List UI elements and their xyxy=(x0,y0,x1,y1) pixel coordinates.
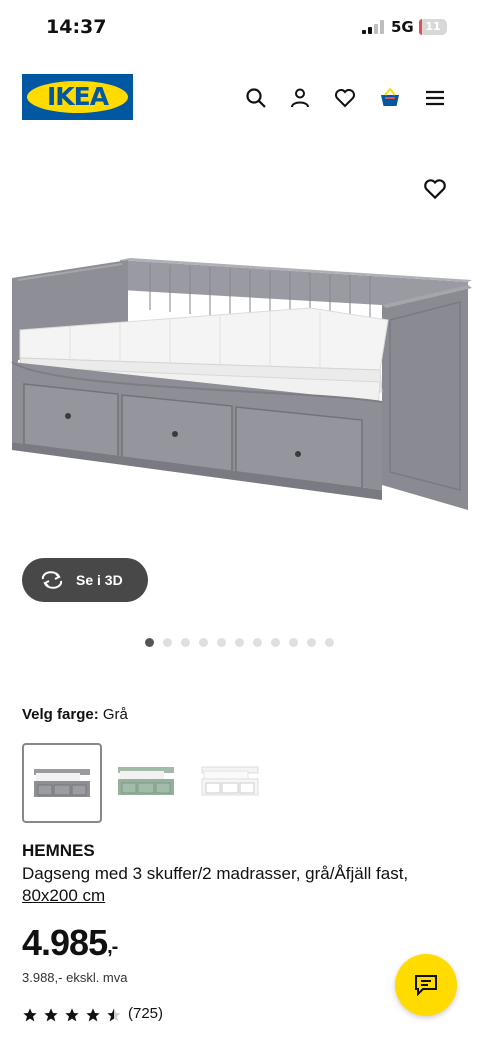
status-bar: 14:37 5G 11 xyxy=(0,0,480,56)
gray-daybed-thumbnail xyxy=(34,769,90,797)
top-nav: IKEA xyxy=(0,74,480,122)
chat-button[interactable] xyxy=(395,954,457,1016)
battery-icon: 11 xyxy=(419,19,447,35)
green-daybed-thumbnail xyxy=(118,767,174,795)
gallery-dot[interactable] xyxy=(289,638,298,647)
product-price: 4.985,- xyxy=(22,922,118,964)
gallery-dot[interactable] xyxy=(235,638,244,647)
gallery-dot[interactable] xyxy=(307,638,316,647)
white-daybed-thumbnail xyxy=(201,766,259,796)
product-description: Dagseng med 3 skuffer/2 madrasser, grå/Å… xyxy=(22,863,462,907)
add-to-favourites-icon[interactable] xyxy=(422,176,448,202)
gallery-dot[interactable] xyxy=(145,638,154,647)
menu-icon[interactable] xyxy=(423,86,447,110)
network-type: 5G xyxy=(391,18,414,36)
gallery-dot[interactable] xyxy=(163,638,172,647)
price-ex-vat: 3.988,- ekskl. mva xyxy=(22,970,128,985)
view-3d-label: Se i 3D xyxy=(76,572,123,588)
gallery-dot[interactable] xyxy=(181,638,190,647)
product-description-text: Dagseng med 3 skuffer/2 madrasser, grå/Å… xyxy=(22,864,409,883)
price-value: 4.985 xyxy=(22,922,108,963)
logo-text: IKEA xyxy=(46,82,109,111)
gallery-dot[interactable] xyxy=(253,638,262,647)
color-option-green[interactable] xyxy=(108,743,184,819)
search-icon[interactable] xyxy=(244,86,268,110)
heart-icon[interactable] xyxy=(333,86,357,110)
star-icon xyxy=(23,1008,37,1022)
gallery-dot[interactable] xyxy=(325,638,334,647)
chat-icon xyxy=(415,975,437,996)
product-image xyxy=(11,258,472,510)
star-icon xyxy=(44,1008,58,1022)
view-3d-button[interactable]: Se i 3D xyxy=(22,558,148,602)
star-icon xyxy=(65,1008,79,1022)
price-suffix: ,- xyxy=(107,936,118,958)
color-value: Grå xyxy=(102,706,128,723)
status-time: 14:37 xyxy=(46,16,107,38)
rotate-3d-icon xyxy=(41,571,63,589)
battery-level: 11 xyxy=(425,20,441,33)
color-selector-label: Velg farge: Grå xyxy=(22,706,128,723)
basket-icon[interactable] xyxy=(378,86,402,110)
gallery-dot[interactable] xyxy=(217,638,226,647)
product-size-link[interactable]: 80x200 cm xyxy=(22,886,105,905)
gallery-dot[interactable] xyxy=(199,638,208,647)
ikea-logo[interactable]: IKEA xyxy=(22,74,133,120)
color-label: Velg farge: xyxy=(22,706,99,723)
gallery-dot[interactable] xyxy=(271,638,280,647)
star-icon xyxy=(86,1008,100,1022)
product-name: HEMNES xyxy=(22,841,95,860)
color-option-white[interactable] xyxy=(192,743,268,819)
signal-icon xyxy=(362,20,384,34)
account-icon[interactable] xyxy=(288,86,312,110)
review-count[interactable]: (725) xyxy=(128,1005,163,1022)
star-icon xyxy=(107,1008,121,1022)
color-option-gray[interactable] xyxy=(22,743,102,823)
